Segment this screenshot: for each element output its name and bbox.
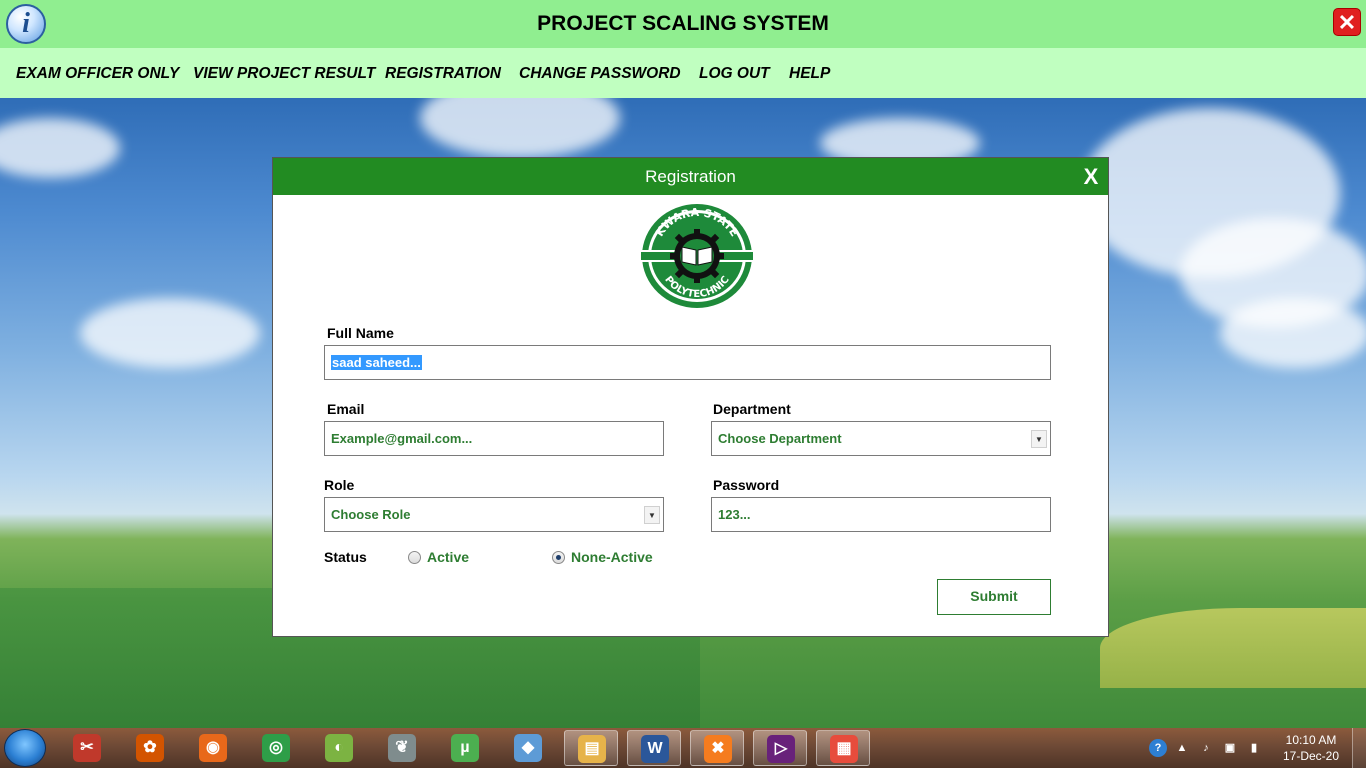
taskbar-app-button[interactable]: ◆ xyxy=(501,730,555,766)
department-label: Department xyxy=(713,401,791,417)
submit-button[interactable]: Submit xyxy=(937,579,1051,615)
taskbar-app-button[interactable]: ◉ xyxy=(186,730,240,766)
system-tray: ? ▲ ♪ ▣ ▮ xyxy=(1145,728,1275,768)
device-icon[interactable]: ▣ xyxy=(1221,739,1239,757)
department-value: Choose Department xyxy=(718,431,842,446)
menu-item-log-out[interactable]: LOG OUT xyxy=(699,48,770,98)
show-hidden-icons-arrow[interactable]: ▲ xyxy=(1173,739,1191,757)
cube-app-icon: ◆ xyxy=(514,734,542,762)
show-desktop-button[interactable] xyxy=(1352,728,1366,768)
app-title: PROJECT SCALING SYSTEM xyxy=(537,12,829,35)
role-label: Role xyxy=(324,477,355,493)
utorrent-icon: µ xyxy=(451,734,479,762)
email-label: Email xyxy=(327,401,365,417)
dialog-header: Registration X xyxy=(273,158,1108,195)
email-value: Example@gmail.com... xyxy=(331,431,473,446)
xampp-icon: ✖ xyxy=(704,735,732,763)
full-name-label: Full Name xyxy=(327,325,394,341)
snipping-tool-icon: ✂ xyxy=(73,734,101,762)
help-tray-icon[interactable]: ? xyxy=(1149,739,1167,757)
taskbar-app-button[interactable]: ◐ xyxy=(312,730,366,766)
main-menu-bar: EXAM OFFICER ONLY VIEW PROJECT RESULT RE… xyxy=(0,48,1366,98)
role-select[interactable]: Choose Role ▼ xyxy=(324,497,664,532)
taskbar-app-button[interactable]: W xyxy=(627,730,681,766)
visual-studio-icon: ▷ xyxy=(767,735,795,763)
menu-item-view-project-result[interactable]: VIEW PROJECT RESULT xyxy=(193,48,375,98)
status-none-active-radio[interactable] xyxy=(552,551,565,564)
taskbar-app-button[interactable]: ▷ xyxy=(753,730,807,766)
kwara-state-polytechnic-logo: KWARA STATE POLYTECHNIC xyxy=(641,204,753,308)
password-label: Password xyxy=(713,477,780,493)
password-input[interactable]: 123... xyxy=(711,497,1051,532)
taskbar-app-button[interactable]: ❦ xyxy=(375,730,429,766)
file-explorer-icon: ▤ xyxy=(578,735,606,763)
role-dropdown-arrow-icon[interactable]: ▼ xyxy=(644,506,660,524)
registration-dialog: Registration X KWARA STATE POLYTECHNIC F… xyxy=(272,157,1109,637)
taskbar-app-button[interactable]: ◎ xyxy=(249,730,303,766)
firefox-icon: ◉ xyxy=(199,734,227,762)
status-active-label[interactable]: Active xyxy=(427,549,469,565)
clock-time[interactable]: 10:10 AM xyxy=(1276,733,1346,747)
password-value: 123... xyxy=(718,507,751,522)
status-none-active-label[interactable]: None-Active xyxy=(571,549,653,565)
email-input[interactable]: Example@gmail.com... xyxy=(324,421,664,456)
status-label: Status xyxy=(324,549,367,565)
taskbar-app-button[interactable]: ✂ xyxy=(60,730,114,766)
feather-icon: ❦ xyxy=(388,734,416,762)
taskbar-app-button[interactable]: ▤ xyxy=(564,730,618,766)
start-button[interactable] xyxy=(4,729,46,767)
chameleon-icon: ◐ xyxy=(325,734,353,762)
close-app-button[interactable]: ✕ xyxy=(1333,8,1361,36)
dialog-close-button[interactable]: X xyxy=(1079,161,1103,191)
department-select[interactable]: Choose Department ▼ xyxy=(711,421,1051,456)
menu-item-exam-officer-only[interactable]: EXAM OFFICER ONLY xyxy=(16,48,179,98)
menu-item-help[interactable]: HELP xyxy=(789,48,830,98)
taskbar-app-button[interactable]: ✖ xyxy=(690,730,744,766)
word-icon: W xyxy=(641,735,669,763)
taskbar-app-button[interactable]: ▦ xyxy=(816,730,870,766)
role-value: Choose Role xyxy=(331,507,411,522)
volume-icon[interactable]: ♪ xyxy=(1197,739,1215,757)
menu-item-registration[interactable]: REGISTRATION xyxy=(385,48,501,98)
network-signal-icon[interactable]: ▮ xyxy=(1245,739,1263,757)
cake-app-icon: ✿ xyxy=(136,734,164,762)
windows-taskbar: ✂ ✿ ◉ ◎ ◐ ❦ µ ◆ ▤ W ✖ ▷ ▦ ? ▲ ♪ ▣ ▮ 10:10 AM 17-Dec-20 xyxy=(0,728,1366,768)
department-dropdown-arrow-icon[interactable]: ▼ xyxy=(1031,430,1047,448)
radio-selected-dot xyxy=(556,555,561,560)
taskbar-app-button[interactable]: µ xyxy=(438,730,492,766)
app-title-bar: i PROJECT SCALING SYSTEM ✕ xyxy=(0,0,1366,48)
status-active-radio[interactable] xyxy=(408,551,421,564)
clock-date[interactable]: 17-Dec-20 xyxy=(1276,749,1346,763)
windows-forms-app-icon: ▦ xyxy=(830,735,858,763)
dialog-title: Registration xyxy=(645,167,736,186)
full-name-input[interactable]: saad saheed... xyxy=(324,345,1051,380)
taskbar-app-button[interactable]: ✿ xyxy=(123,730,177,766)
menu-item-change-password[interactable]: CHANGE PASSWORD xyxy=(519,48,681,98)
chrome-icon: ◎ xyxy=(262,734,290,762)
full-name-value: saad saheed... xyxy=(331,355,422,370)
